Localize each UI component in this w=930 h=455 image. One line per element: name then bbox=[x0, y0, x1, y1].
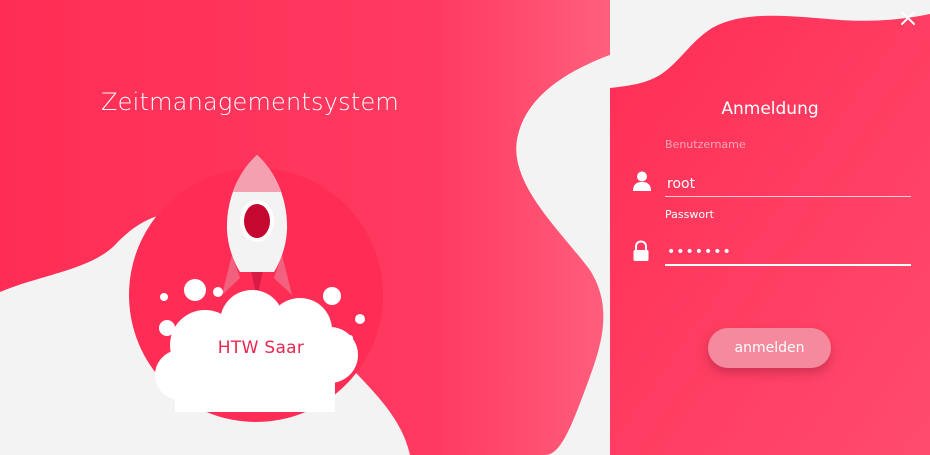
user-icon bbox=[633, 171, 651, 191]
lock-icon bbox=[633, 240, 649, 261]
organization-label: HTW Saar bbox=[217, 338, 305, 358]
rocket-icon bbox=[129, 155, 383, 422]
username-label: Benutzername bbox=[665, 138, 746, 151]
close-icon bbox=[901, 11, 915, 25]
close-button[interactable] bbox=[898, 8, 918, 28]
username-input[interactable] bbox=[665, 171, 911, 197]
login-button[interactable]: anmelden bbox=[708, 328, 831, 368]
password-input[interactable] bbox=[665, 240, 911, 266]
password-label: Passwort bbox=[665, 208, 714, 221]
login-window: Zeitmanagementsystem HTW Saar Anmeldung … bbox=[0, 0, 930, 455]
login-title: Anmeldung bbox=[721, 99, 819, 119]
